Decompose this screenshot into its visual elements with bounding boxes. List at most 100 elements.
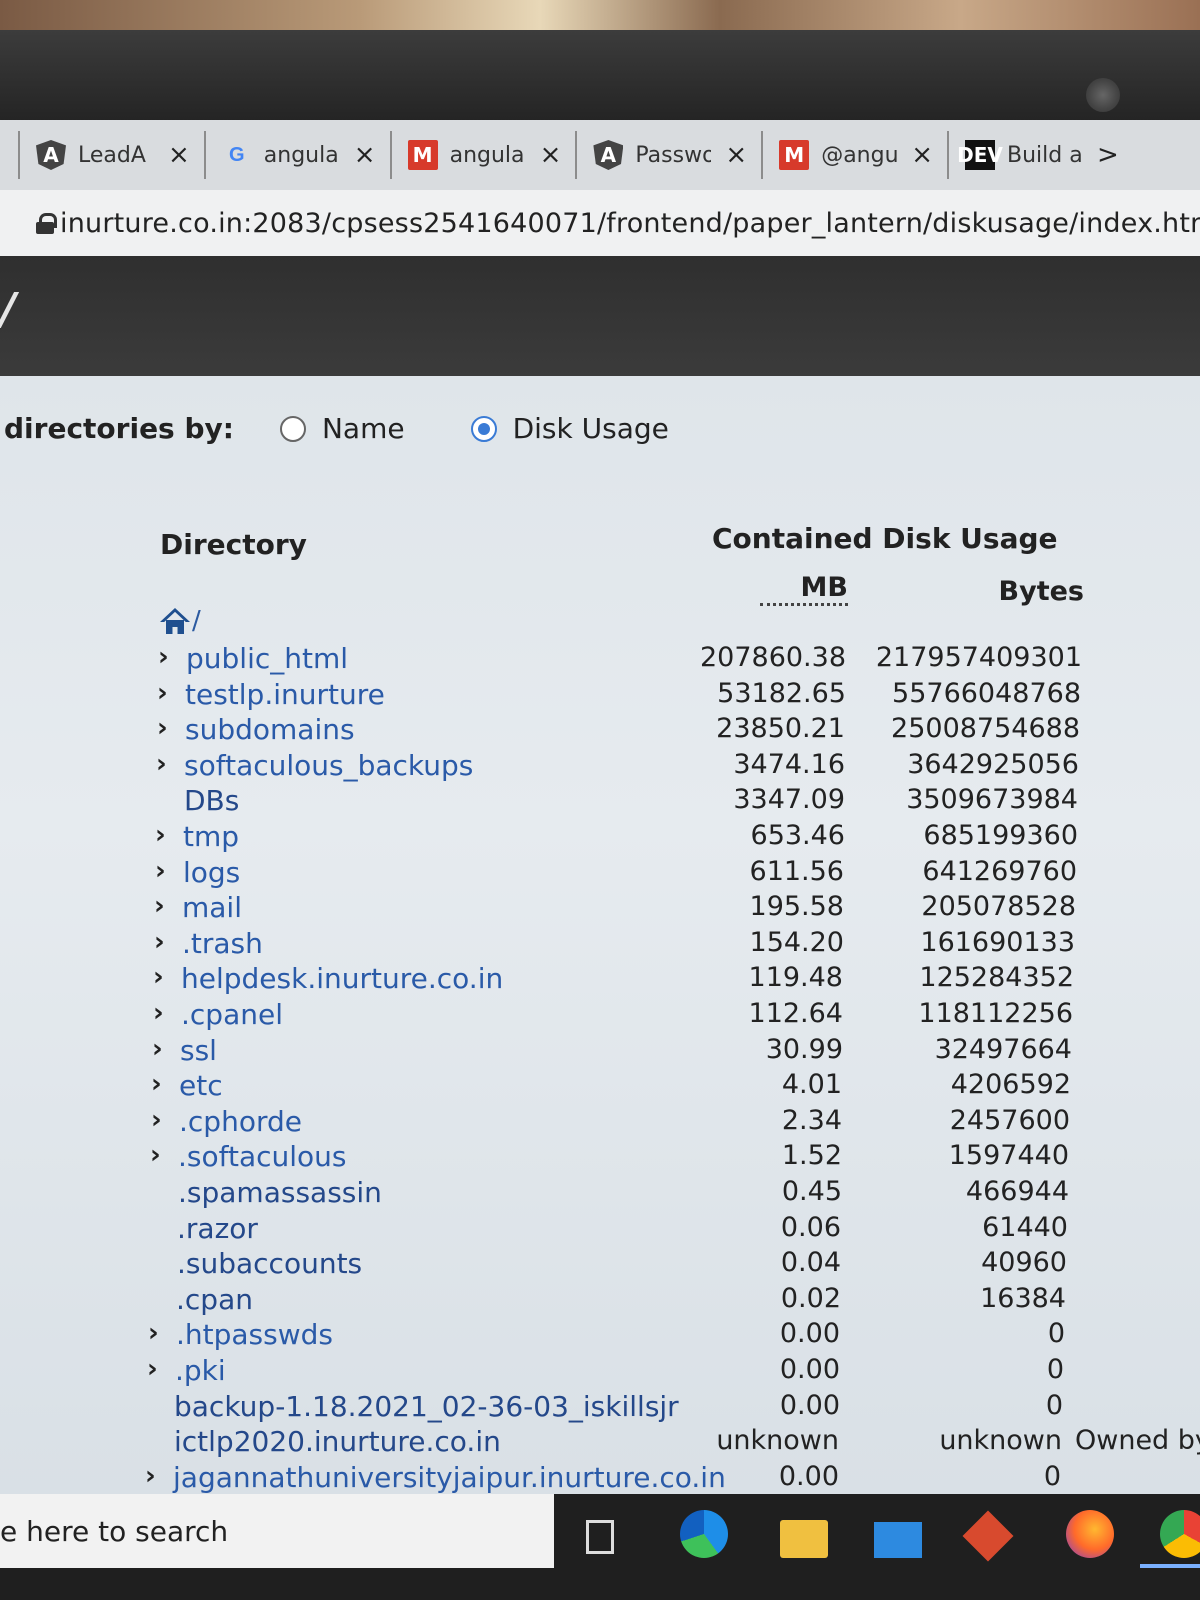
edge-icon[interactable] xyxy=(680,1510,728,1558)
chevron-right-icon[interactable]: › xyxy=(151,1069,171,1099)
chrome-icon[interactable] xyxy=(1160,1510,1200,1558)
angular-icon[interactable]: A xyxy=(593,140,624,170)
angular-icon[interactable]: A xyxy=(36,140,66,170)
tab-title[interactable]: angula xyxy=(264,143,340,168)
medium-icon[interactable]: M xyxy=(407,140,438,170)
directory-name[interactable]: ictlp2020.inurture.co.in xyxy=(174,1425,501,1458)
mail-icon[interactable] xyxy=(874,1522,922,1558)
chevron-right-icon[interactable]: › xyxy=(145,1461,165,1491)
close-tab-icon[interactable]: × xyxy=(911,140,933,170)
size-mb: 3474.16 xyxy=(733,748,845,780)
radio-checked-icon[interactable] xyxy=(470,415,497,442)
size-bytes: 125284352 xyxy=(919,962,1074,994)
directory-name[interactable]: mail xyxy=(182,891,242,924)
tab-title[interactable]: @angu xyxy=(821,143,897,168)
chevron-right-icon[interactable]: › xyxy=(154,891,174,921)
directory-name[interactable]: .spamassassin xyxy=(178,1176,382,1209)
google-icon[interactable]: G xyxy=(222,140,252,170)
chevron-right-icon[interactable]: › xyxy=(151,1105,171,1135)
git-icon[interactable] xyxy=(962,1510,1014,1562)
firefox-icon[interactable] xyxy=(1066,1510,1114,1558)
tab-title[interactable]: angula xyxy=(450,143,526,168)
directory-name[interactable]: .cpanel xyxy=(181,998,283,1031)
directory-name[interactable]: .cphorde xyxy=(179,1105,302,1138)
taskbar-search-placeholder[interactable]: e here to search xyxy=(0,1515,228,1548)
chevron-right-icon[interactable]: › xyxy=(150,1140,170,1170)
directory-name[interactable]: .softaculous xyxy=(178,1140,347,1173)
medium-icon[interactable]: M xyxy=(779,140,810,170)
address-bar[interactable]: inurture.co.in:2083/cpsess2541640071/fro… xyxy=(0,190,1200,256)
radio-unchecked-icon[interactable] xyxy=(279,415,306,442)
chevron-right-icon[interactable]: › xyxy=(153,998,173,1028)
chevron-right-icon[interactable]: › xyxy=(157,713,177,743)
directory-name[interactable]: subdomains xyxy=(185,713,355,746)
file-explorer-icon[interactable] xyxy=(780,1520,828,1558)
table-row: › logs 611.56 641269760 xyxy=(0,856,1200,892)
directory-name[interactable]: softaculous_backups xyxy=(184,749,473,782)
table-row: backup-1.18.2021_02-36-03_iskillsjr 0.00 0 xyxy=(0,1390,1200,1426)
size-bytes: 0 xyxy=(1045,1389,1063,1421)
chevron-right-icon[interactable]: › xyxy=(153,962,173,992)
sort-by-disk-usage-radio[interactable]: Disk Usage xyxy=(470,412,669,445)
chevron-right-icon[interactable]: › xyxy=(154,927,174,957)
directory-name[interactable]: public_html xyxy=(186,642,348,675)
close-tab-icon[interactable]: × xyxy=(354,140,376,170)
chevron-right-icon[interactable]: › xyxy=(155,856,175,886)
directory-name[interactable]: .cpan xyxy=(176,1283,253,1316)
home-icon[interactable] xyxy=(160,608,190,634)
directory-name[interactable]: etc xyxy=(179,1069,223,1102)
size-bytes: 205078528 xyxy=(921,891,1076,923)
directory-name[interactable]: helpdesk.inurture.co.in xyxy=(181,962,503,995)
taskbar-search-box[interactable]: e here to search xyxy=(0,1494,554,1568)
directory-name[interactable]: .subaccounts xyxy=(177,1247,362,1280)
directory-name[interactable]: .htpasswds xyxy=(176,1318,333,1351)
size-bytes: unknown xyxy=(939,1425,1062,1457)
size-mb: 0.00 xyxy=(779,1389,840,1421)
root-slash[interactable]: / xyxy=(192,606,201,636)
browser-tab[interactable]: DEV Build a > xyxy=(946,131,1133,179)
tab-title[interactable]: Passwo xyxy=(635,143,711,168)
chevron-right-icon[interactable]: › xyxy=(156,749,176,779)
chevron-right-icon[interactable]: › xyxy=(152,1034,172,1064)
chevron-right-icon[interactable]: › xyxy=(157,678,177,708)
close-tab-icon[interactable]: × xyxy=(725,140,747,170)
disk-usage-column-header: Contained Disk Usage xyxy=(712,522,1058,555)
sort-disk-usage-label[interactable]: Disk Usage xyxy=(513,412,669,445)
directory-name[interactable]: .trash xyxy=(182,927,263,960)
browser-tab-bar: A LeadA × Gangula × Mangula × A Passwo × M @angu × DE… xyxy=(0,120,1200,190)
directory-name[interactable]: ssl xyxy=(180,1034,217,1067)
directory-name[interactable]: backup-1.18.2021_02-36-03_iskillsjr xyxy=(174,1390,679,1423)
directory-name[interactable]: DBs xyxy=(184,784,239,817)
size-bytes: 161690133 xyxy=(920,926,1075,958)
close-tab-icon[interactable]: × xyxy=(540,140,562,170)
directory-name[interactable]: logs xyxy=(183,856,240,889)
table-row: ictlp2020.inurture.co.in unknown unknown Ow… xyxy=(0,1425,1200,1461)
close-tab-icon[interactable]: × xyxy=(168,140,190,170)
dev-icon[interactable]: DEV xyxy=(957,140,1003,170)
tab-title[interactable]: Build a xyxy=(1007,143,1083,168)
sort-name-label[interactable]: Name xyxy=(322,412,405,445)
directory-name[interactable]: .razor xyxy=(177,1212,258,1245)
browser-tab[interactable]: M @angu × xyxy=(761,131,947,179)
chevron-right-icon[interactable]: › xyxy=(148,1318,168,1348)
chevron-right-icon[interactable]: › xyxy=(147,1354,167,1384)
table-row: DBs 3347.09 3509673984 xyxy=(0,784,1200,820)
tab-title[interactable]: LeadA xyxy=(78,143,154,168)
directory-name[interactable]: testlp.inurture xyxy=(185,678,385,711)
root-directory[interactable]: / xyxy=(160,606,201,636)
browser-tab[interactable]: A LeadA × xyxy=(18,131,204,179)
task-view-icon[interactable] xyxy=(586,1520,614,1554)
chevron-right-icon[interactable]: › xyxy=(158,642,178,672)
close-tab-icon[interactable]: > xyxy=(1097,140,1119,170)
mb-column-header[interactable]: MB xyxy=(760,572,848,606)
directory-name[interactable]: tmp xyxy=(183,820,239,853)
url-text[interactable]: inurture.co.in:2083/cpsess2541640071/fro… xyxy=(60,208,1200,239)
sort-by-name-radio[interactable]: Name xyxy=(279,412,405,445)
chevron-right-icon[interactable]: › xyxy=(155,820,175,850)
directory-name[interactable]: .pki xyxy=(175,1354,226,1387)
browser-tab[interactable]: A Passwo × xyxy=(575,131,761,179)
directory-name[interactable]: jagannathuniversityjaipur.inurture.co.in xyxy=(173,1461,726,1494)
browser-tab[interactable]: Mangula × xyxy=(389,131,576,179)
browser-tab[interactable]: Gangula × xyxy=(203,131,390,179)
cpanel-logo[interactable]: / xyxy=(0,284,16,335)
